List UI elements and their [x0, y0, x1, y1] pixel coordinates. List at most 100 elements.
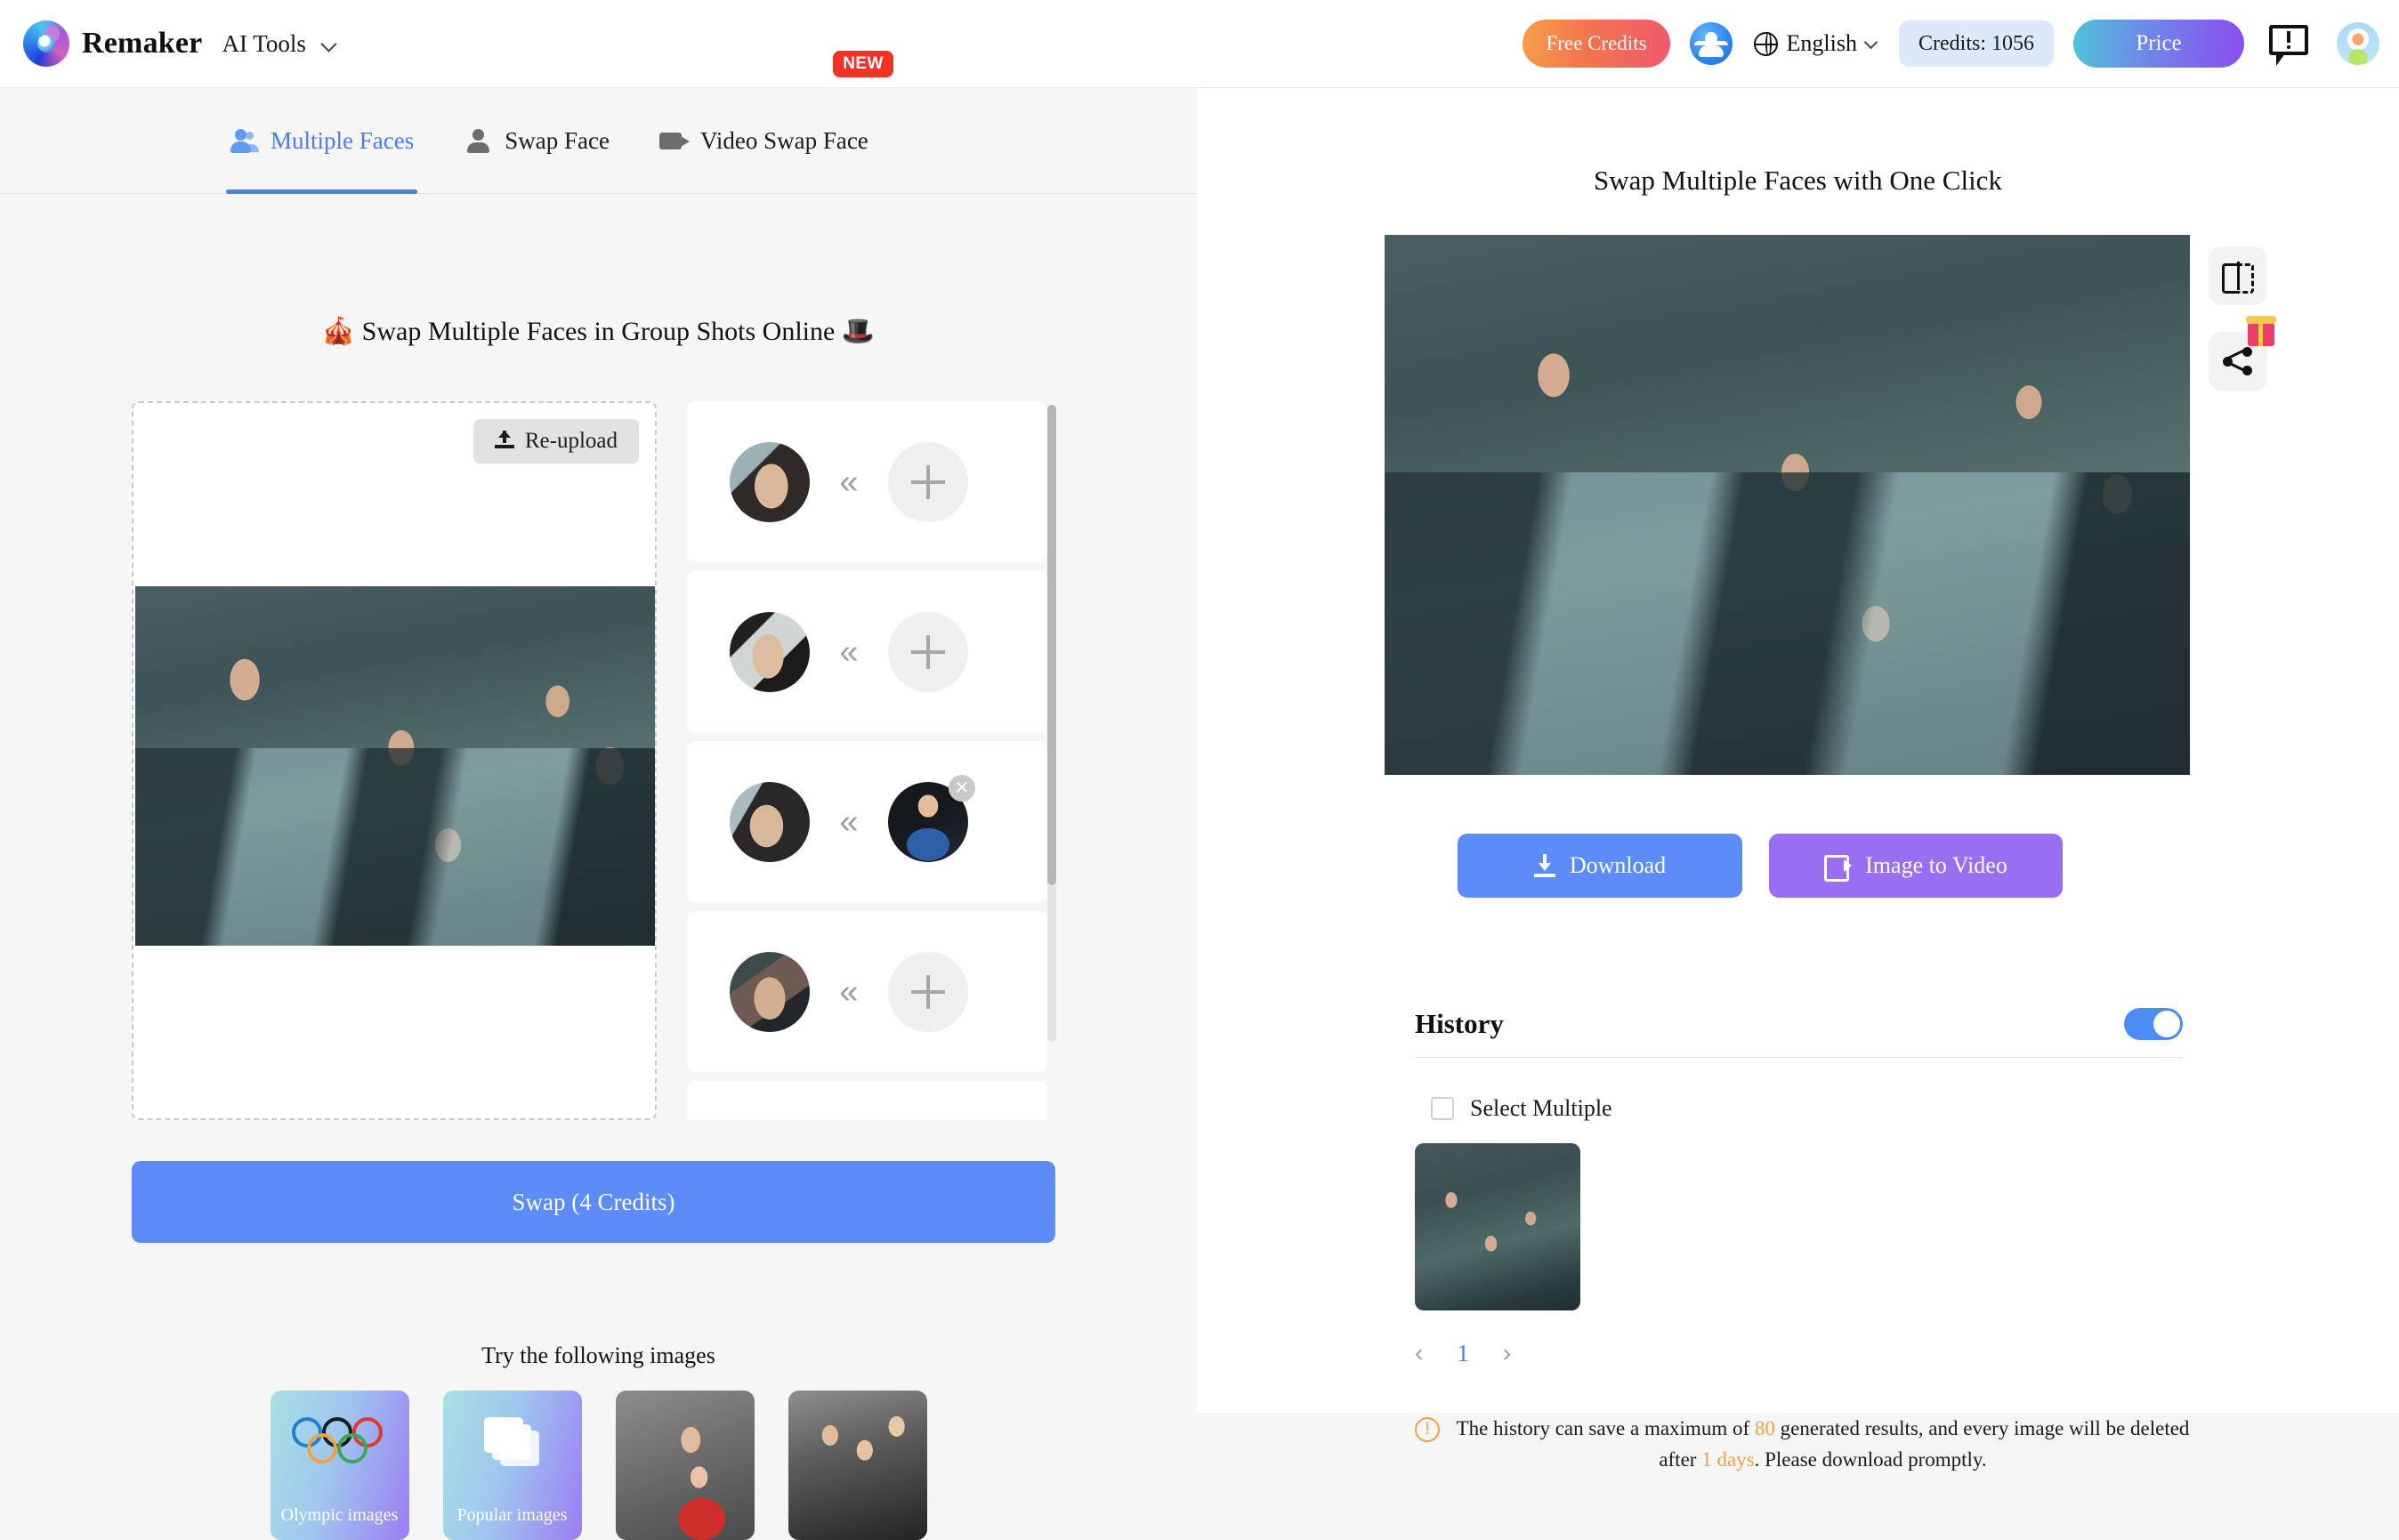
notice-retention-days: 1 days	[1701, 1447, 1755, 1471]
try-images-row: Olympic images Popular images	[0, 1391, 1197, 1540]
history-divider	[1415, 1057, 2183, 1058]
compare-icon	[2222, 262, 2254, 294]
detected-face-thumbnail[interactable]	[730, 441, 810, 522]
ai-tools-label: AI Tools	[222, 29, 306, 57]
try-card-popular-images[interactable]: Popular images	[442, 1391, 582, 1540]
face-mapping-list[interactable]: « « « ✕ « «	[687, 401, 1056, 1120]
detected-face-thumbnail[interactable]	[730, 951, 810, 1032]
double-chevron-left-icon: «	[839, 972, 859, 1011]
history-notice-text: The history can save a maximum of 80 gen…	[1452, 1414, 2193, 1475]
try-card-label: Olympic images	[280, 1505, 399, 1525]
history-thumbnail[interactable]	[1415, 1143, 1580, 1310]
app-header: Remaker AI Tools Free Credits English Cr…	[0, 0, 2399, 88]
face-mapping-row[interactable]: «	[687, 911, 1047, 1072]
download-button[interactable]: Download	[1458, 834, 1742, 898]
remaker-logo	[23, 20, 69, 67]
target-face-thumbnail[interactable]: ✕	[888, 774, 975, 862]
pagination-current-page[interactable]: 1	[1457, 1340, 1469, 1367]
compare-button[interactable]	[2209, 246, 2267, 305]
pagination-prev-button[interactable]: ‹	[1415, 1339, 1423, 1367]
select-multiple-control[interactable]: Select Multiple	[1415, 1095, 1612, 1122]
detected-face-thumbnail[interactable]	[730, 611, 810, 692]
result-panel-title: Swap Multiple Faces with One Click	[1594, 165, 2002, 196]
user-avatar[interactable]	[2337, 22, 2379, 65]
person-icon	[464, 127, 494, 154]
multiple-faces-icon	[230, 127, 260, 154]
share-icon	[2223, 347, 2253, 375]
heading-emoji-right: 🎩	[841, 317, 876, 346]
brand-name: Remaker	[82, 27, 203, 60]
free-credits-button[interactable]: Free Credits	[1523, 20, 1670, 68]
source-image-preview	[135, 586, 655, 946]
brand[interactable]: Remaker	[23, 20, 202, 67]
add-target-face-button[interactable]	[888, 951, 968, 1032]
try-images-label: Try the following images	[481, 1342, 715, 1368]
credits-badge[interactable]: Credits: 1056	[1899, 20, 2054, 67]
upload-icon	[494, 431, 514, 452]
close-icon[interactable]: ✕	[949, 774, 975, 802]
face-mapping-row[interactable]: « ✕	[687, 741, 1047, 902]
double-chevron-left-icon: «	[839, 463, 859, 501]
language-label: English	[1786, 30, 1857, 56]
reupload-label: Re-upload	[524, 429, 618, 453]
double-chevron-left-icon: «	[839, 633, 859, 671]
tab-multiple-faces[interactable]: Multiple Faces	[225, 88, 418, 194]
olympic-rings-icon	[271, 1414, 409, 1469]
history-title: History	[1415, 1008, 1504, 1039]
try-card-sample-trio[interactable]	[788, 1391, 927, 1540]
share-button[interactable]	[2209, 316, 2276, 391]
add-target-face-button[interactable]	[888, 441, 968, 522]
double-chevron-left-icon: «	[839, 802, 859, 841]
image-to-video-button[interactable]: Image to Video	[1769, 834, 2063, 898]
image-to-video-label: Image to Video	[1865, 852, 2007, 878]
detected-face-thumbnail[interactable]	[730, 781, 810, 862]
page-title: 🎪 Swap Multiple Faces in Group Shots Onl…	[0, 316, 1197, 347]
gift-icon	[2246, 316, 2276, 346]
right-panel: Swap Multiple Faces with One Click Downl…	[1197, 88, 2399, 1471]
download-icon	[1533, 854, 1555, 877]
history-toggle[interactable]	[2124, 1008, 2183, 1040]
language-selector[interactable]: English	[1753, 30, 1878, 57]
page-title-text: Swap Multiple Faces in Group Shots Onlin…	[361, 317, 836, 346]
tab-multiple-faces-label: Multiple Faces	[271, 126, 415, 154]
warning-icon: !	[1415, 1417, 1440, 1442]
left-panel: Multiple Faces Swap Face Video Swap Face…	[0, 50, 1197, 1540]
add-target-face-button[interactable]	[888, 611, 968, 692]
source-image-dropzone[interactable]: Re-upload	[132, 401, 657, 1120]
reupload-button[interactable]: Re-upload	[473, 419, 639, 464]
result-tools	[2209, 246, 2276, 417]
photos-stack-icon	[483, 1417, 541, 1467]
feedback-icon[interactable]	[2269, 23, 2310, 66]
new-badge: NEW	[833, 50, 893, 77]
face-mapping-row[interactable]: «	[687, 401, 1047, 562]
face-mapping-row[interactable]: «	[687, 571, 1047, 732]
select-multiple-label: Select Multiple	[1470, 1095, 1612, 1121]
pagination-next-button[interactable]: ›	[1503, 1339, 1511, 1367]
heading-emoji-left: 🎪	[321, 317, 356, 346]
select-multiple-checkbox[interactable]	[1431, 1097, 1454, 1120]
result-image[interactable]	[1385, 235, 2190, 775]
tab-swap-face[interactable]: Swap Face	[464, 88, 610, 194]
try-card-olympic-images[interactable]: Olympic images	[270, 1391, 409, 1540]
history-pagination: ‹ 1 ›	[1415, 1339, 1637, 1367]
price-button[interactable]: Price	[2073, 20, 2244, 68]
face-mapping-row[interactable]: «	[687, 1081, 1047, 1120]
tab-video-swap-face-label: Video Swap Face	[699, 126, 868, 154]
notice-max-count: 80	[1754, 1417, 1775, 1439]
try-card-sample-couple[interactable]	[615, 1391, 755, 1540]
video-camera-icon	[1824, 855, 1853, 882]
history-header: History	[1415, 1008, 2183, 1040]
tab-swap-face-label: Swap Face	[505, 126, 610, 154]
face-list-scrollbar[interactable]	[1047, 405, 1056, 1042]
notice-part-3: . Please download promptly.	[1754, 1447, 1987, 1471]
chevron-down-icon	[1863, 35, 1878, 49]
result-actions: Download Image to Video	[1458, 834, 2063, 898]
tab-video-swap-face[interactable]: Video Swap Face NEW	[658, 50, 893, 194]
ai-tools-menu[interactable]: AI Tools	[222, 29, 337, 58]
history-notice: ! The history can save a maximum of 80 g…	[1415, 1414, 2193, 1475]
chevron-down-icon	[319, 36, 337, 52]
swap-button[interactable]: Swap (4 Credits)	[132, 1161, 1055, 1243]
video-camera-icon	[658, 127, 690, 154]
people-group-icon[interactable]	[1689, 22, 1733, 65]
globe-icon	[1753, 31, 1778, 56]
